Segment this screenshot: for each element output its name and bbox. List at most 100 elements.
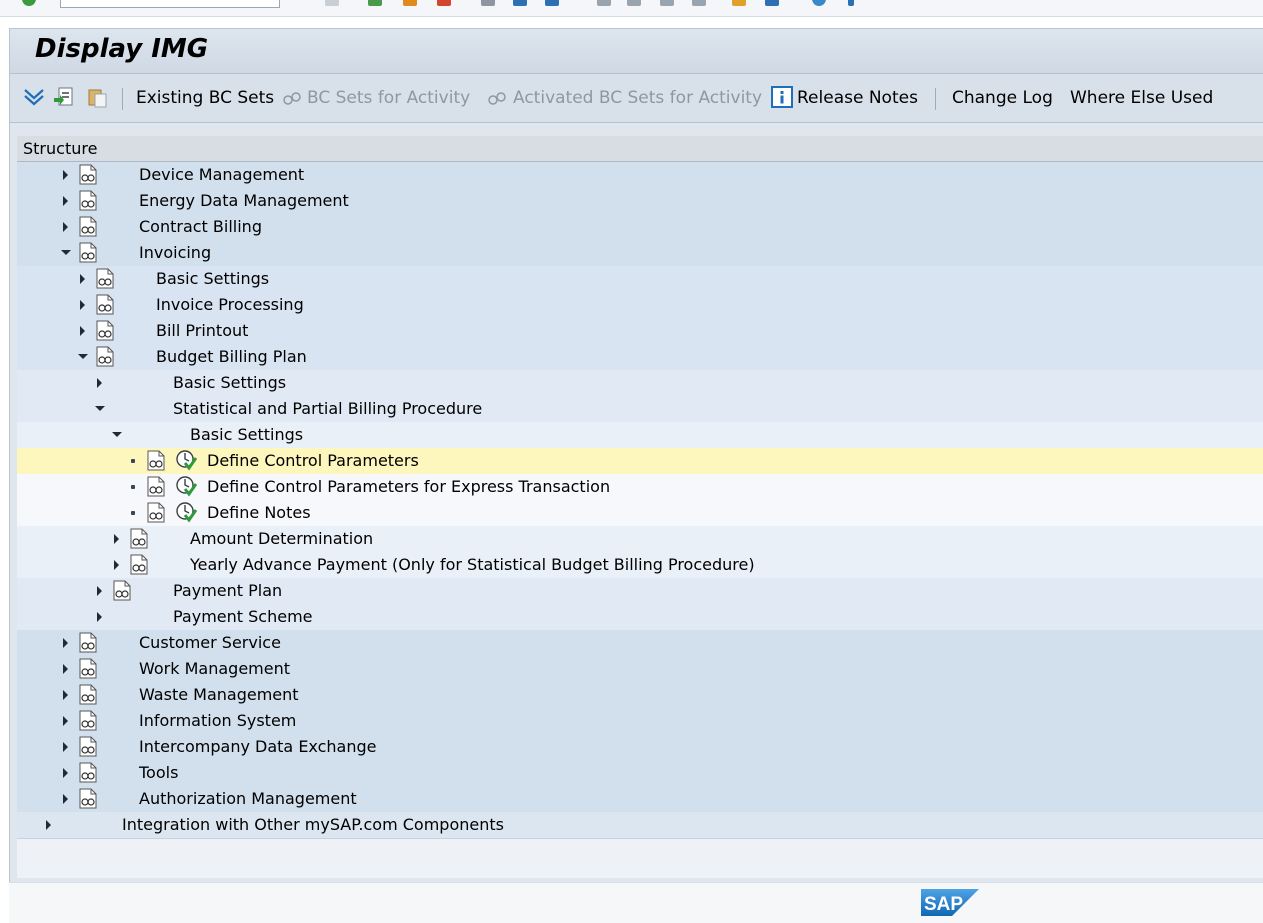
tree-node[interactable]: Information System xyxy=(17,708,1263,735)
documentation-icon[interactable] xyxy=(146,450,166,471)
tree-node[interactable]: Define Control Parameters for Express Tr… xyxy=(17,474,1263,501)
save-icon[interactable] xyxy=(325,0,339,6)
tree-node[interactable]: Statistical and Partial Billing Procedur… xyxy=(17,396,1263,423)
execute-activity-icon[interactable] xyxy=(175,449,197,471)
back-icon[interactable] xyxy=(368,0,382,6)
activated-bc-sets-for-activity-button[interactable]: Activated BC Sets for Activity xyxy=(513,88,762,108)
documentation-icon[interactable] xyxy=(78,632,98,653)
tree-node[interactable]: Basic Settings xyxy=(17,422,1263,449)
expand-node-icon[interactable] xyxy=(97,586,102,596)
new-session-icon[interactable] xyxy=(732,0,746,6)
enter-icon[interactable] xyxy=(22,0,36,6)
documentation-icon[interactable] xyxy=(78,242,98,263)
command-field[interactable] xyxy=(60,0,280,8)
tree-node[interactable]: Customer Service xyxy=(17,630,1263,657)
expand-node-icon[interactable] xyxy=(63,222,68,232)
expand-node-icon[interactable] xyxy=(63,196,68,206)
tree-node[interactable]: Define Notes xyxy=(17,500,1263,527)
documentation-icon[interactable] xyxy=(112,580,132,601)
documentation-icon[interactable] xyxy=(129,528,149,549)
tree-node[interactable]: Payment Plan xyxy=(17,578,1263,605)
exit-icon[interactable] xyxy=(403,0,417,6)
tree-node[interactable]: Contract Billing xyxy=(17,214,1263,241)
expand-node-icon[interactable] xyxy=(63,664,68,674)
tree-node[interactable]: Work Management xyxy=(17,656,1263,683)
expand-node-icon[interactable] xyxy=(114,534,119,544)
expand-node-icon[interactable] xyxy=(63,768,68,778)
documentation-icon[interactable] xyxy=(95,320,115,341)
tree-node[interactable]: Energy Data Management xyxy=(17,188,1263,215)
expand-subtree-icon[interactable] xyxy=(23,86,45,108)
documentation-icon[interactable] xyxy=(95,268,115,289)
tree-node[interactable]: Intercompany Data Exchange xyxy=(17,734,1263,761)
expand-node-icon[interactable] xyxy=(63,794,68,804)
release-notes-button[interactable]: Release Notes xyxy=(797,88,918,108)
collapse-node-icon[interactable] xyxy=(95,406,105,411)
expand-node-icon[interactable] xyxy=(97,612,102,622)
collapse-node-icon[interactable] xyxy=(61,250,71,255)
expand-node-icon[interactable] xyxy=(114,560,119,570)
paste-icon[interactable] xyxy=(86,86,108,108)
tree-node[interactable]: Amount Determination xyxy=(17,526,1263,553)
execute-activity-icon[interactable] xyxy=(175,501,197,523)
tree-node[interactable]: Yearly Advance Payment (Only for Statist… xyxy=(17,552,1263,579)
documentation-icon[interactable] xyxy=(95,346,115,367)
documentation-icon[interactable] xyxy=(78,164,98,185)
tree-node[interactable]: Invoice Processing xyxy=(17,292,1263,319)
tree-node[interactable]: Basic Settings xyxy=(17,370,1263,397)
where-else-used-button[interactable]: Where Else Used xyxy=(1070,88,1213,108)
tree-node[interactable]: Authorization Management xyxy=(17,786,1263,813)
help-icon[interactable] xyxy=(812,0,826,6)
documentation-icon[interactable] xyxy=(78,762,98,783)
tree-node[interactable]: Invoicing xyxy=(17,240,1263,267)
documentation-icon[interactable] xyxy=(78,684,98,705)
expand-node-icon[interactable] xyxy=(63,716,68,726)
documentation-icon[interactable] xyxy=(78,736,98,757)
find-next-icon[interactable] xyxy=(545,0,559,6)
cancel-icon[interactable] xyxy=(437,0,451,6)
tree-node-label: Define Control Parameters for Express Tr… xyxy=(207,477,611,496)
collapse-node-icon[interactable] xyxy=(112,432,122,437)
documentation-icon[interactable] xyxy=(95,294,115,315)
tree-node[interactable]: Define Control Parameters xyxy=(17,448,1263,475)
tree-node[interactable]: Waste Management xyxy=(17,682,1263,709)
expand-node-icon[interactable] xyxy=(63,638,68,648)
expand-node-icon[interactable] xyxy=(80,300,85,310)
documentation-icon[interactable] xyxy=(146,502,166,523)
collapse-node-icon[interactable] xyxy=(78,354,88,359)
layout-icon[interactable] xyxy=(848,0,854,6)
find-icon[interactable] xyxy=(513,0,527,6)
documentation-icon[interactable] xyxy=(129,554,149,575)
tree-node[interactable]: Tools xyxy=(17,760,1263,787)
expand-node-icon[interactable] xyxy=(63,690,68,700)
expand-node-icon[interactable] xyxy=(63,742,68,752)
documentation-icon[interactable] xyxy=(78,788,98,809)
previous-page-icon[interactable] xyxy=(627,0,641,6)
expand-node-icon[interactable] xyxy=(97,378,102,388)
first-page-icon[interactable] xyxy=(597,0,611,6)
tree-node[interactable]: Bill Printout xyxy=(17,318,1263,345)
documentation-icon[interactable] xyxy=(78,190,98,211)
documentation-icon[interactable] xyxy=(78,216,98,237)
execute-activity-icon[interactable] xyxy=(175,475,197,497)
change-log-button[interactable]: Change Log xyxy=(952,88,1053,108)
expand-node-icon[interactable] xyxy=(80,326,85,336)
bc-sets-for-activity-button[interactable]: BC Sets for Activity xyxy=(307,88,470,108)
existing-bc-sets-button[interactable]: Existing BC Sets xyxy=(136,88,274,108)
expand-node-icon[interactable] xyxy=(46,820,51,830)
tree-node[interactable]: Device Management xyxy=(17,162,1263,189)
tree-node[interactable]: Budget Billing Plan xyxy=(17,344,1263,371)
print-icon[interactable] xyxy=(481,0,495,6)
expand-node-icon[interactable] xyxy=(63,170,68,180)
documentation-icon[interactable] xyxy=(78,710,98,731)
next-page-icon[interactable] xyxy=(660,0,674,6)
tree-node[interactable]: Integration with Other mySAP.com Compone… xyxy=(17,812,1263,839)
shortcut-icon[interactable] xyxy=(765,0,779,6)
last-page-icon[interactable] xyxy=(692,0,706,6)
add-to-favorites-icon[interactable] xyxy=(53,86,75,108)
tree-node[interactable]: Basic Settings xyxy=(17,266,1263,293)
documentation-icon[interactable] xyxy=(78,658,98,679)
tree-node[interactable]: Payment Scheme xyxy=(17,604,1263,631)
documentation-icon[interactable] xyxy=(146,476,166,497)
expand-node-icon[interactable] xyxy=(80,274,85,284)
